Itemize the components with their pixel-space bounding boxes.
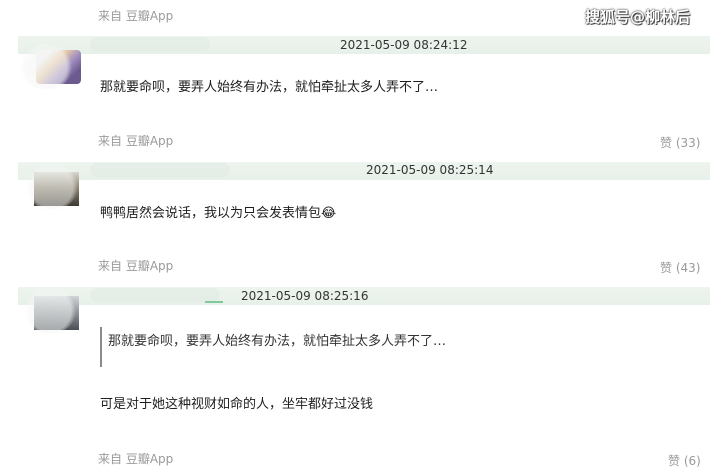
username-blurred[interactable] (90, 163, 230, 177)
avatar-mask (20, 44, 72, 90)
comment-text: 可是对于她这种视财如命的人，坐牢都好过没钱 (100, 397, 374, 412)
comment-text: 那就要命呗，要弄人始终有办法，就怕牵扯太多人弄不了… (100, 80, 439, 95)
comment-source: 来自 豆瓣App (98, 452, 174, 466)
username-blurred[interactable] (90, 288, 220, 302)
username-blurred[interactable] (90, 37, 210, 51)
watermark-text: 搜狐号@柳林后 (585, 8, 691, 26)
comment-source: 来自 豆瓣App (98, 9, 174, 23)
comment-timestamp: 2021-05-09 08:24:12 (340, 38, 468, 52)
like-button[interactable]: 赞 (33) (660, 134, 700, 151)
comment-timestamp: 2021-05-09 08:25:16 (241, 289, 369, 303)
quoted-text: 那就要命呗，要弄人始终有办法，就怕牵扯太多人弄不了… (108, 334, 447, 349)
comment-timestamp: 2021-05-09 08:25:14 (366, 163, 494, 177)
comment-source: 来自 豆瓣App (98, 134, 174, 148)
quote-bar (100, 327, 102, 367)
like-button[interactable]: 赞 (6) (668, 452, 701, 469)
comment-source: 来自 豆瓣App (98, 259, 174, 273)
comment-text: 鸭鸭居然会说话，我以为只会发表情包😂 (100, 206, 337, 221)
avatar-mask (26, 164, 78, 210)
username-underline (205, 301, 223, 303)
avatar-mask (24, 288, 76, 334)
like-button[interactable]: 赞 (43) (660, 259, 700, 276)
